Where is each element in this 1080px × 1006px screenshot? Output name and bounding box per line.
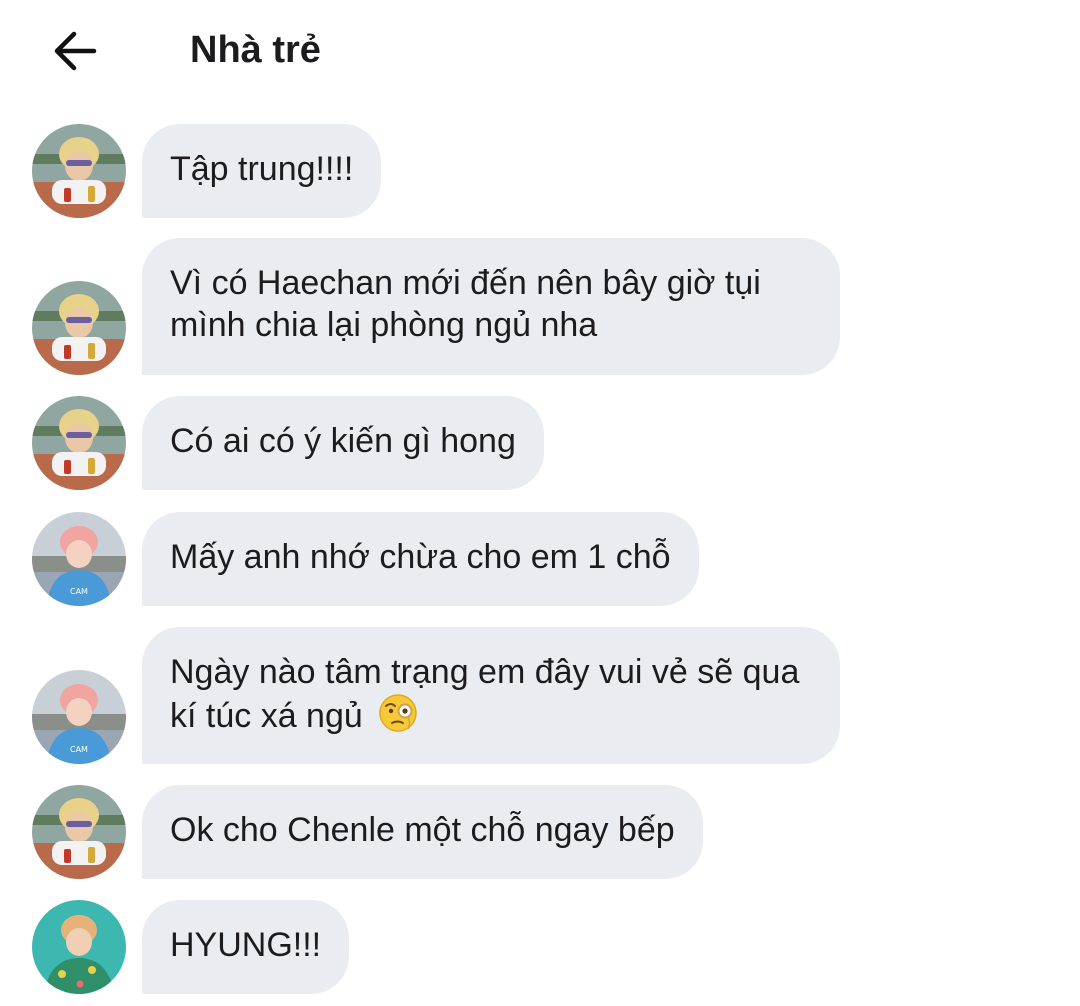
message-bubble[interactable]: Có ai có ý kiến gì hong [142,396,544,490]
message-row: Ok cho Chenle một chỗ ngay bếp [0,785,1080,879]
avatar-pink-hair[interactable]: CAM [32,512,126,606]
avatar-teal-background[interactable] [32,900,126,994]
avatar-blond-sunglasses[interactable] [32,281,126,375]
avatar-blond-sunglasses[interactable] [32,785,126,879]
message-text: Có ai có ý kiến gì hong [170,422,516,460]
message-text: HYUNG!!! [170,926,322,964]
message-text: Vì có Haechan mới đến nên bây giờ tụi mì… [170,264,761,344]
svg-text:CAM: CAM [70,745,88,754]
face-with-monocle-icon [378,693,418,733]
message-bubble[interactable]: Ngày nào tâm trạng em đây vui vẻ sẽ qua … [142,627,840,764]
message-row: Có ai có ý kiến gì hong [0,396,1080,490]
message-row: HYUNG!!! [0,900,1080,994]
message-row: CAM Ngày nào tâm trạng em đây vui vẻ sẽ … [0,627,1080,764]
message-bubble[interactable]: Tập trung!!!! [142,124,382,218]
message-text: Mấy anh nhớ chừa cho em 1 chỗ [170,538,671,576]
avatar-pink-hair[interactable]: CAM [32,670,126,764]
message-row: Tập trung!!!! [0,124,1080,218]
message-bubble[interactable]: Mấy anh nhớ chừa cho em 1 chỗ [142,512,699,606]
avatar-blond-sunglasses[interactable] [32,396,126,490]
message-row: CAM Mấy anh nhớ chừa cho em 1 chỗ [0,512,1080,606]
message-text: Tập trung!!!! [170,150,354,188]
message-row: Vì có Haechan mới đến nên bây giờ tụi mì… [0,238,1080,375]
message-bubble[interactable]: Vì có Haechan mới đến nên bây giờ tụi mì… [142,238,840,375]
message-text: Ngày nào tâm trạng em đây vui vẻ sẽ qua … [170,653,800,735]
message-bubble[interactable]: HYUNG!!! [142,900,350,994]
avatar-blond-sunglasses[interactable] [32,124,126,218]
message-text: Ok cho Chenle một chỗ ngay bếp [170,811,675,849]
message-thread: Tập trung!!!! Vì có Haechan mới đến nên … [0,0,1080,1006]
message-bubble[interactable]: Ok cho Chenle một chỗ ngay bếp [142,785,703,879]
svg-text:CAM: CAM [70,587,88,596]
